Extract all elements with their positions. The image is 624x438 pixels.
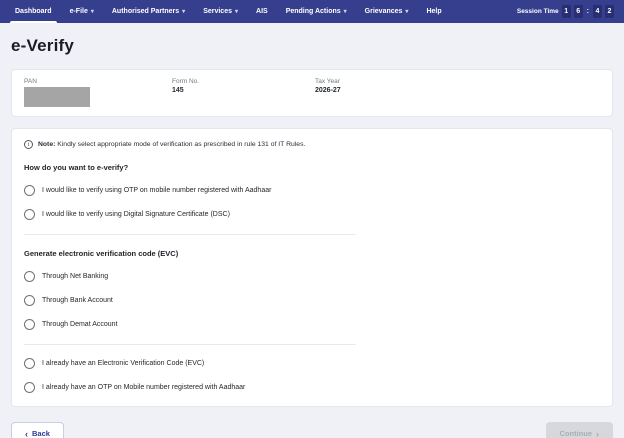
session-digit: 6 xyxy=(574,5,583,18)
radio-option-have-evc[interactable]: I already have an Electronic Verificatio… xyxy=(24,358,600,369)
session-digit: 1 xyxy=(562,5,571,18)
nav-item-label: Grievances xyxy=(365,8,403,15)
continue-button-label: Continue xyxy=(560,429,593,438)
session-colon: : xyxy=(587,8,589,15)
chevron-down-icon xyxy=(91,9,94,15)
radio-button-icon[interactable] xyxy=(24,209,35,220)
tax-year-label: Tax Year xyxy=(315,78,341,85)
chevron-right-icon xyxy=(596,429,599,438)
nav-item-label: e-File xyxy=(70,8,88,15)
top-navbar: Dashboard e-File Authorised Partners Ser… xyxy=(0,0,624,23)
tax-year-value: 2026-27 xyxy=(315,87,341,94)
info-icon xyxy=(24,140,33,149)
continue-button[interactable]: Continue xyxy=(546,422,614,438)
nav-item-pending-actions[interactable]: Pending Actions xyxy=(277,0,356,23)
radio-button-icon[interactable] xyxy=(24,358,35,369)
radio-option-label: I already have an OTP on Mobile number r… xyxy=(42,384,245,391)
note-row: Note: Kindly select appropriate mode of … xyxy=(24,140,600,149)
nav-item-label: AIS xyxy=(256,8,268,15)
section-divider xyxy=(24,344,356,345)
radio-option-label: I would like to verify using Digital Sig… xyxy=(42,211,230,218)
nav-item-label: Authorised Partners xyxy=(112,8,179,15)
radio-option-label: Through Demat Account xyxy=(42,321,118,328)
session-time-label: Session Time xyxy=(517,8,559,15)
section-divider xyxy=(24,234,356,235)
chevron-down-icon xyxy=(182,9,185,15)
nav-item-grievances[interactable]: Grievances xyxy=(356,0,418,23)
nav-item-label: Pending Actions xyxy=(286,8,341,15)
nav-item-services[interactable]: Services xyxy=(194,0,247,23)
radio-option-net-banking[interactable]: Through Net Banking xyxy=(24,271,600,282)
session-digit: 4 xyxy=(593,5,602,18)
chevron-down-icon xyxy=(344,9,347,15)
radio-button-icon[interactable] xyxy=(24,271,35,282)
nav-item-authorised-partners[interactable]: Authorised Partners xyxy=(103,0,194,23)
radio-button-icon[interactable] xyxy=(24,295,35,306)
chevron-down-icon xyxy=(235,9,238,15)
nav-spacer xyxy=(451,0,517,23)
back-button[interactable]: Back xyxy=(11,422,64,438)
radio-option-bank-account[interactable]: Through Bank Account xyxy=(24,295,600,306)
e-verify-options-panel: Note: Kindly select appropriate mode of … xyxy=(11,128,613,407)
form-no-column: Form No. 145 xyxy=(172,78,315,107)
back-button-label: Back xyxy=(32,429,50,438)
return-summary-card: PAN Form No. 145 Tax Year 2026-27 xyxy=(11,69,613,117)
nav-item-help[interactable]: Help xyxy=(417,0,450,23)
radio-option-label: I already have an Electronic Verificatio… xyxy=(42,360,204,367)
radio-option-demat-account[interactable]: Through Demat Account xyxy=(24,319,600,330)
pan-column: PAN xyxy=(24,78,172,107)
radio-option-aadhaar-otp[interactable]: I would like to verify using OTP on mobi… xyxy=(24,185,600,196)
note-body: Kindly select appropriate mode of verifi… xyxy=(57,141,305,148)
note-text: Note: Kindly select appropriate mode of … xyxy=(38,141,305,148)
pan-label: PAN xyxy=(24,78,172,85)
nav-item-label: Services xyxy=(203,8,232,15)
nav-item-e-file[interactable]: e-File xyxy=(61,0,103,23)
nav-item-ais[interactable]: AIS xyxy=(247,0,277,23)
group-title-how-to-everify: How do you want to e-verify? xyxy=(24,163,600,172)
note-prefix: Note: xyxy=(38,141,55,148)
chevron-left-icon xyxy=(25,429,28,438)
chevron-down-icon xyxy=(405,9,408,15)
radio-option-label: I would like to verify using OTP on mobi… xyxy=(42,187,271,194)
nav-item-label: Dashboard xyxy=(15,8,52,15)
nav-item-dashboard[interactable]: Dashboard xyxy=(6,0,61,23)
session-digit: 2 xyxy=(605,5,614,18)
form-no-label: Form No. xyxy=(172,78,315,85)
pan-value-redacted xyxy=(24,87,90,107)
radio-option-dsc[interactable]: I would like to verify using Digital Sig… xyxy=(24,209,600,220)
page-content: e-Verify PAN Form No. 145 Tax Year 2026-… xyxy=(0,36,624,438)
radio-button-icon[interactable] xyxy=(24,382,35,393)
page-title: e-Verify xyxy=(11,36,613,56)
nav-item-label: Help xyxy=(426,8,441,15)
group-title-generate-evc: Generate electronic verification code (E… xyxy=(24,249,600,258)
form-no-value: 145 xyxy=(172,87,315,94)
radio-button-icon[interactable] xyxy=(24,319,35,330)
radio-option-label: Through Net Banking xyxy=(42,273,108,280)
radio-option-have-aadhaar-otp[interactable]: I already have an OTP on Mobile number r… xyxy=(24,382,600,393)
tax-year-column: Tax Year 2026-27 xyxy=(315,78,341,107)
footer-actions: Back Continue xyxy=(11,422,613,438)
radio-button-icon[interactable] xyxy=(24,185,35,196)
session-timer: Session Time 1 6 : 4 2 xyxy=(517,0,614,23)
radio-option-label: Through Bank Account xyxy=(42,297,113,304)
